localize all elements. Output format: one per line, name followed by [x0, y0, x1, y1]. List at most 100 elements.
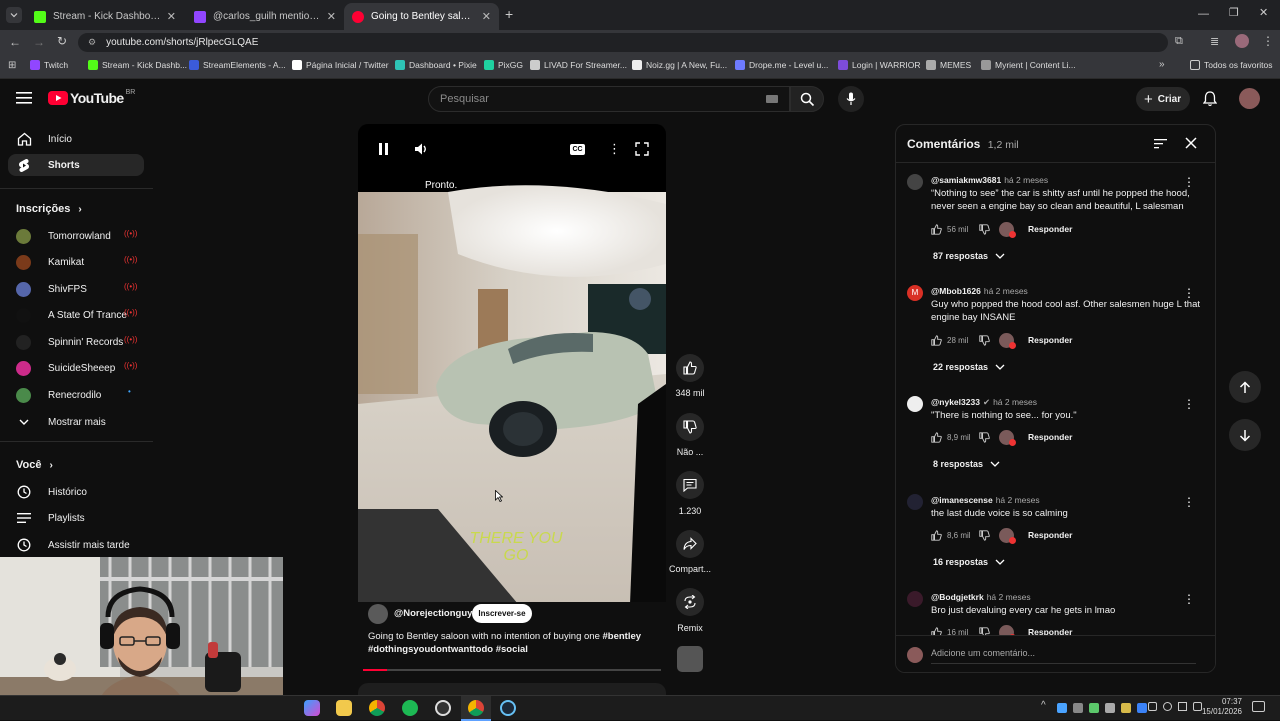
comment-handle[interactable]: @samiakmw3681 há 2 meses [931, 175, 1048, 185]
bookmark-item[interactable]: Login | WARRIOR [838, 60, 921, 70]
sidebar-subscription-item[interactable]: Kamikat ((•)) [8, 251, 144, 273]
add-comment-input[interactable]: Adicione um comentário... [931, 648, 1196, 664]
bookmark-item[interactable]: Drope.me - Level u... [735, 60, 828, 70]
back-button[interactable]: ← [9, 35, 21, 49]
account-avatar[interactable] [1239, 88, 1260, 109]
comment-options-icon[interactable]: ⋮ [1183, 592, 1195, 606]
notifications-bell-icon[interactable] [1203, 91, 1217, 107]
tab-youtube-short[interactable]: Going to Bentley saloon wi ✕ [344, 3, 499, 30]
reply-button[interactable]: Responder [1028, 335, 1072, 345]
tab-kick-dashboard[interactable]: Stream - Kick Dashboard ✕ [26, 3, 184, 30]
share-button[interactable] [676, 530, 704, 558]
new-tab-button[interactable]: + [505, 6, 513, 22]
captions-icon[interactable]: CC [570, 144, 585, 155]
restore-button[interactable]: ❐ [1229, 6, 1239, 19]
keyboard-icon[interactable] [766, 95, 778, 103]
channel-name[interactable]: @Norejectionguy [394, 608, 472, 619]
sidebar-item-playlists[interactable]: Playlists [8, 507, 144, 529]
thumbs-up-icon[interactable] [931, 223, 942, 235]
address-bar[interactable]: ⚙ youtube.com/shorts/jRlpecGLQAE [78, 33, 1168, 52]
sidebar-subscription-item[interactable]: SuicideSheeep ((•)) [8, 357, 144, 379]
close-window-button[interactable]: ✕ [1259, 6, 1268, 19]
thumbs-down-icon[interactable] [979, 223, 990, 235]
search-input[interactable]: Pesquisar [428, 86, 790, 112]
comment-options-icon[interactable]: ⋮ [1183, 397, 1195, 411]
bookmark-item[interactable]: Stream - Kick Dashb... [88, 60, 187, 70]
sound-thumbnail[interactable] [677, 646, 703, 672]
tab-twitter-mention[interactable]: @carlos_guilh mentioned y ✕ [186, 3, 344, 30]
obs-icon[interactable] [435, 700, 451, 716]
fullscreen-icon[interactable] [635, 142, 649, 156]
thumbs-down-icon[interactable] [979, 529, 990, 541]
youtube-logo[interactable]: YouTube BR [48, 89, 135, 106]
menu-hamburger-icon[interactable] [16, 91, 32, 105]
bookmark-item[interactable]: Noiz.gg | A New, Fu... [632, 60, 727, 70]
chrome-icon[interactable] [369, 700, 385, 716]
view-replies-button[interactable]: 8 respostas [933, 459, 1000, 469]
bookmark-item[interactable]: StreamElements - A... [189, 60, 286, 70]
sidebar-subscription-item[interactable]: ShivFPS ((•)) [8, 278, 144, 300]
system-tray-icons[interactable] [1057, 703, 1147, 713]
comments-button[interactable] [676, 471, 704, 499]
tray-chevron-icon[interactable]: ^ [1041, 700, 1046, 711]
notification-center-icon[interactable] [1252, 701, 1265, 712]
comment-options-icon[interactable]: ⋮ [1183, 286, 1195, 300]
subscribe-button[interactable]: Inscrever-se [472, 604, 532, 623]
volume-icon[interactable] [414, 142, 428, 156]
progress-bar[interactable] [363, 669, 661, 671]
shorts-video-player[interactable]: CC ⋮ Pronto. THERE YOU GO [358, 124, 666, 604]
site-info-icon[interactable]: ⚙ [88, 37, 96, 48]
bookmark-item[interactable]: Twitch [30, 60, 68, 70]
comment-handle[interactable]: @nykel3233 ✔ há 2 meses [931, 397, 1037, 408]
browser-menu-icon[interactable]: ⋮ [1262, 34, 1274, 48]
reply-button[interactable]: Responder [1028, 224, 1072, 234]
view-replies-button[interactable]: 22 respostas [933, 362, 1005, 372]
sidebar-you-heading[interactable]: Você › [16, 459, 53, 471]
sidebar-item-home[interactable]: Início [8, 128, 144, 150]
previous-short-button[interactable] [1229, 371, 1261, 403]
minimize-button[interactable]: — [1198, 8, 1209, 20]
remix-button[interactable] [676, 588, 704, 616]
profile-avatar[interactable] [1235, 34, 1249, 48]
reading-list-icon[interactable]: ≣ [1210, 35, 1219, 48]
comment-handle[interactable]: @imanescense há 2 meses [931, 495, 1040, 505]
forward-button[interactable]: → [33, 35, 45, 49]
commenter-avatar[interactable]: M [907, 285, 923, 301]
more-bookmarks-icon[interactable]: » [1159, 59, 1165, 70]
tab-search-button[interactable] [6, 7, 22, 23]
reply-button[interactable]: Responder [1028, 432, 1072, 442]
bookmark-item[interactable]: MEMES [926, 60, 971, 70]
sidebar-subscriptions-heading[interactable]: Inscrições › [16, 203, 82, 215]
commenter-avatar[interactable] [907, 591, 923, 607]
reload-button[interactable]: ↻ [57, 34, 67, 48]
sort-icon[interactable] [1154, 138, 1167, 149]
comment-options-icon[interactable]: ⋮ [1183, 495, 1195, 509]
bookmark-item[interactable]: PixGG [484, 60, 523, 70]
pause-icon[interactable] [378, 142, 389, 156]
thumbs-down-icon[interactable] [979, 431, 990, 443]
like-button[interactable] [676, 354, 704, 382]
thumbs-up-icon[interactable] [931, 334, 942, 346]
close-tab-icon[interactable]: ✕ [327, 10, 336, 23]
sidebar-item-watch-later[interactable]: Assistir mais tarde [8, 534, 144, 556]
commenter-avatar[interactable] [907, 494, 923, 510]
network-volume-icons[interactable] [1148, 702, 1203, 714]
thumbs-down-icon[interactable] [979, 334, 990, 346]
dislike-button[interactable] [676, 413, 704, 441]
bookmark-item[interactable]: Myrient | Content Li... [981, 60, 1076, 70]
commenter-avatar[interactable] [907, 396, 923, 412]
sidebar-show-more[interactable]: Mostrar mais [8, 411, 144, 433]
sidebar-subscription-item[interactable]: Spinnin' Records ((•)) [8, 331, 144, 353]
reply-button[interactable]: Responder [1028, 530, 1072, 540]
sidebar-item-history[interactable]: Histórico [8, 481, 144, 503]
close-icon[interactable] [1185, 137, 1197, 149]
comment-options-icon[interactable]: ⋮ [1183, 175, 1195, 189]
file-explorer-icon[interactable] [336, 700, 352, 716]
view-replies-button[interactable]: 16 respostas [933, 557, 1005, 567]
thumbs-up-icon[interactable] [931, 431, 942, 443]
chrome-active-icon[interactable] [468, 700, 484, 716]
sidebar-subscription-item[interactable]: A State Of Trance ((•)) [8, 304, 144, 326]
copilot-icon[interactable] [304, 700, 320, 716]
view-replies-button[interactable]: 87 respostas [933, 251, 1005, 261]
comment-handle[interactable]: @Bodgjetkrk há 2 meses [931, 592, 1031, 602]
